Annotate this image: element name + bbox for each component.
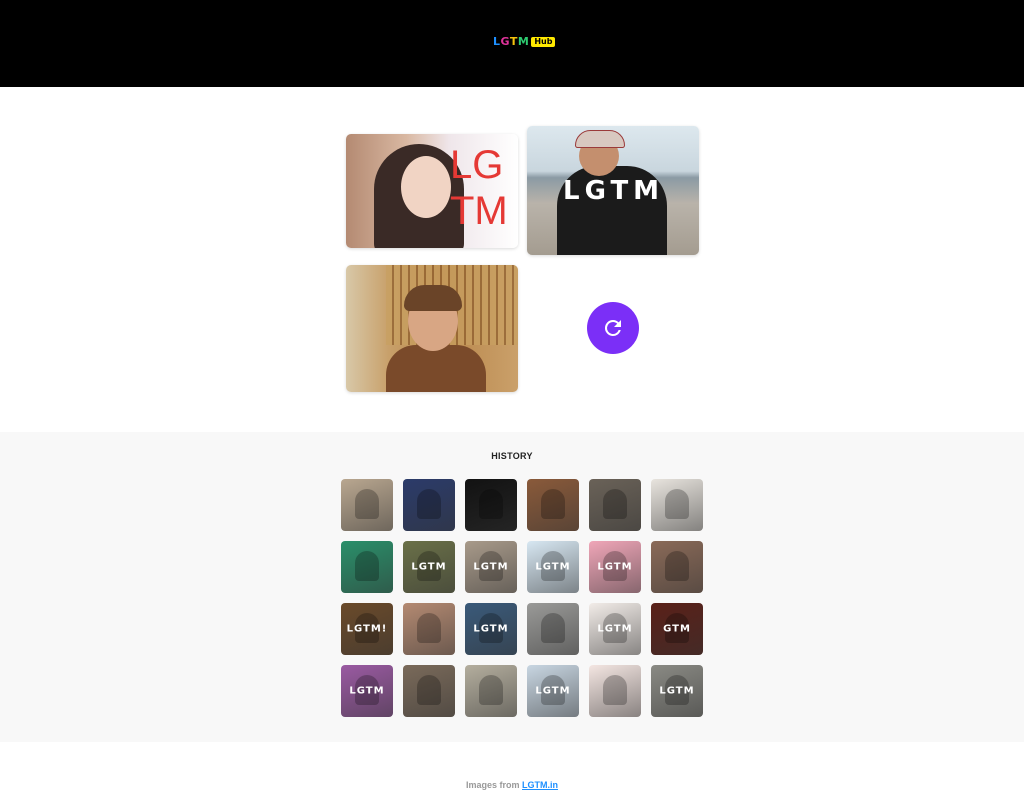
thumbnail-figure <box>355 551 379 581</box>
history-thumbnail[interactable] <box>465 479 517 531</box>
thumbnail-figure <box>479 489 503 519</box>
lgtm-caption: LG TM <box>450 143 508 233</box>
history-thumbnail[interactable] <box>341 541 393 593</box>
logo-badge: Hub <box>531 37 556 47</box>
thumbnail-caption: LGTM <box>411 561 447 573</box>
thumbnail-caption: LGTM <box>659 685 695 697</box>
thumbnail-caption: GTM <box>663 623 691 635</box>
lgtm-image-card[interactable] <box>346 265 518 392</box>
logo[interactable]: LGTM Hub <box>493 35 556 49</box>
history-thumbnail[interactable]: LGTM <box>465 541 517 593</box>
history-section: HISTORY LGTM LGTM LGTM LGTM LGTM! LGTM LGTM GTM… <box>0 432 1024 742</box>
thumbnail-caption: LGTM <box>473 561 509 573</box>
thumbnail-caption: LGTM <box>597 623 633 635</box>
history-thumbnail[interactable] <box>403 603 455 655</box>
history-thumbnail[interactable] <box>465 665 517 717</box>
thumbnail-figure <box>417 489 441 519</box>
hat-shape <box>575 130 625 148</box>
hair-shape <box>404 285 462 311</box>
main-gallery: LG TM LGTM <box>0 87 1024 432</box>
thumbnail-figure <box>665 489 689 519</box>
history-thumbnail[interactable] <box>403 479 455 531</box>
history-thumbnail[interactable]: LGTM <box>341 665 393 717</box>
footer: Images from LGTM.in <box>0 780 1024 790</box>
logo-letter: T <box>509 35 518 48</box>
history-thumbnail[interactable]: LGTM <box>403 541 455 593</box>
thumbnail-caption: LGTM! <box>346 623 388 635</box>
refresh-button[interactable] <box>587 302 639 354</box>
history-thumbnail[interactable]: LGTM <box>589 541 641 593</box>
thumbnail-figure <box>541 489 565 519</box>
lgtm-in-link[interactable]: LGTM.in <box>522 780 558 790</box>
thumbnail-figure <box>479 675 503 705</box>
logo-letter: L <box>493 35 501 48</box>
lgtm-image-card[interactable]: LGTM <box>527 126 699 255</box>
history-thumbnail[interactable]: LGTM! <box>341 603 393 655</box>
history-thumbnail[interactable]: LGTM <box>589 603 641 655</box>
face-shape <box>401 156 451 218</box>
lgtm-caption: LGTM <box>563 176 665 206</box>
lgtm-image-card[interactable]: LG TM <box>346 134 518 248</box>
thumbnail-figure <box>355 489 379 519</box>
history-thumbnail[interactable] <box>651 541 703 593</box>
history-thumbnail[interactable]: LGTM <box>651 665 703 717</box>
history-thumbnail[interactable]: LGTM <box>465 603 517 655</box>
history-thumbnail[interactable]: GTM <box>651 603 703 655</box>
footer-text: Images from <box>465 780 523 790</box>
history-thumbnail[interactable] <box>651 479 703 531</box>
thumbnail-caption: LGTM <box>597 561 633 573</box>
history-thumbnail[interactable] <box>589 479 641 531</box>
refresh-icon <box>604 319 621 336</box>
thumbnail-figure <box>665 551 689 581</box>
thumbnail-figure <box>603 675 627 705</box>
history-thumbnail[interactable] <box>589 665 641 717</box>
thumbnail-caption: LGTM <box>473 623 509 635</box>
logo-text: LGTM <box>493 35 529 49</box>
thumbnail-caption: LGTM <box>535 685 571 697</box>
thumbnail-figure <box>417 613 441 643</box>
history-thumbnail[interactable] <box>341 479 393 531</box>
thumbnail-figure <box>603 489 627 519</box>
thumbnail-figure <box>417 675 441 705</box>
thumbnail-caption: LGTM <box>535 561 571 573</box>
history-thumbnail[interactable] <box>527 479 579 531</box>
thumbnail-figure <box>541 613 565 643</box>
history-title: HISTORY <box>491 451 533 461</box>
person-body <box>386 345 486 392</box>
header: LGTM Hub <box>0 0 1024 87</box>
history-thumbnail[interactable] <box>527 603 579 655</box>
logo-letter: M <box>517 35 530 48</box>
history-thumbnail[interactable]: LGTM <box>527 665 579 717</box>
history-thumbnail[interactable] <box>403 665 455 717</box>
thumbnail-caption: LGTM <box>349 685 385 697</box>
logo-letter: G <box>500 35 510 48</box>
history-thumbnail[interactable]: LGTM <box>527 541 579 593</box>
